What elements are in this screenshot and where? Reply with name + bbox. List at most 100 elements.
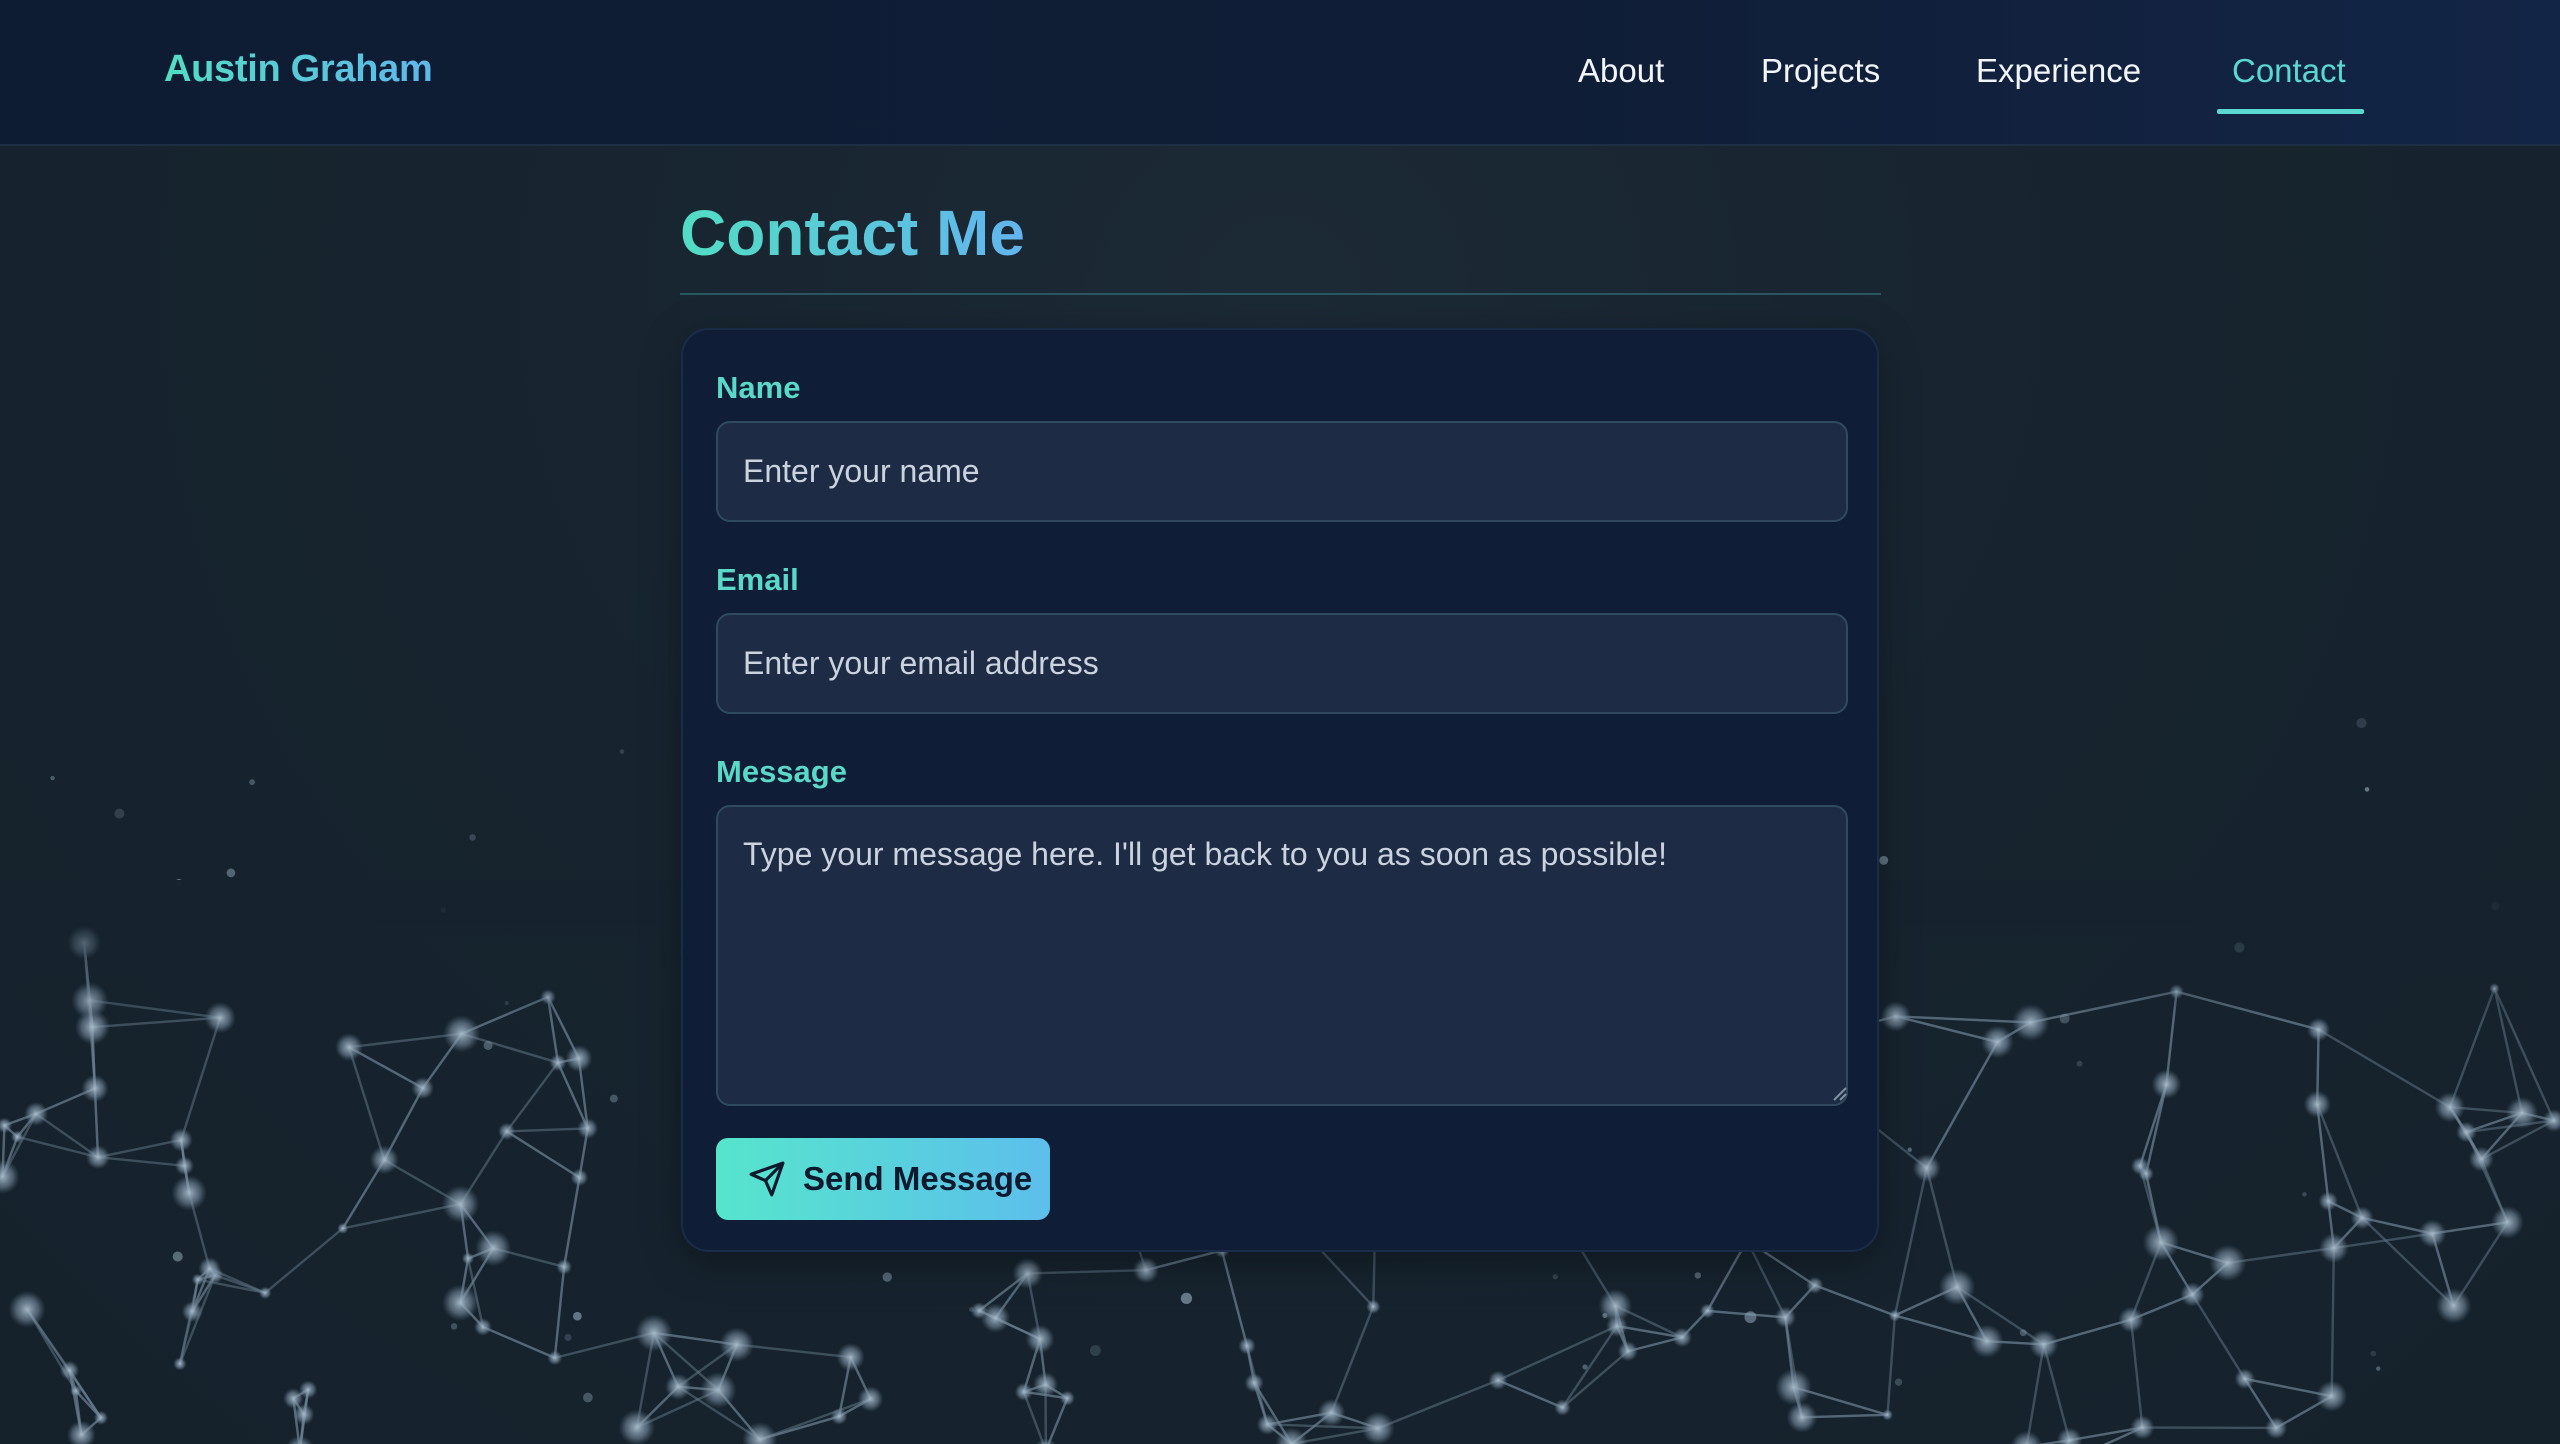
network-link <box>482 1325 556 1359</box>
network-particle <box>450 1323 458 1330</box>
name-input[interactable] <box>716 421 1848 522</box>
message-field-wrapper <box>683 805 1881 1106</box>
nav-link-contact[interactable]: Contact <box>2232 52 2346 90</box>
network-particle <box>969 1306 974 1312</box>
network-particle <box>483 1040 493 1050</box>
network-node <box>549 1054 567 1072</box>
network-node <box>1132 1257 1160 1284</box>
network-node <box>1912 1153 1941 1182</box>
network-particle <box>1552 1274 1558 1280</box>
network-link <box>1925 1041 1999 1169</box>
page: Austin Graham About Projects Experience … <box>0 0 2560 1444</box>
title-divider <box>680 293 1881 295</box>
network-node <box>2505 1096 2539 1129</box>
network-node <box>1554 1399 1571 1416</box>
network-node <box>2056 1427 2083 1444</box>
network-node <box>2029 1329 2059 1360</box>
network-particle <box>1694 1272 1702 1279</box>
network-link <box>1814 1284 1896 1317</box>
network-node <box>0 1159 20 1194</box>
network-link <box>97 1138 182 1159</box>
network-node <box>2209 1244 2247 1282</box>
network-node <box>474 1318 492 1336</box>
network-node <box>498 1122 516 1141</box>
network-node <box>1025 1324 1055 1354</box>
brand-logo-link[interactable]: Austin Graham <box>164 48 433 91</box>
network-node <box>411 1076 435 1100</box>
send-message-button[interactable]: Send Message <box>716 1138 1050 1220</box>
network-node <box>1244 1373 1264 1393</box>
network-particle <box>2356 717 2367 729</box>
network-node <box>1970 1324 2004 1358</box>
network-node <box>830 1407 848 1425</box>
network-node <box>173 1357 187 1371</box>
network-node <box>1672 1327 1692 1348</box>
network-node <box>700 1371 737 1409</box>
network-node <box>2491 1205 2524 1239</box>
page-title: Contact Me <box>680 197 1025 269</box>
nav-link-about[interactable]: About <box>1578 52 1664 90</box>
network-link <box>180 1017 222 1141</box>
network-link <box>759 1397 871 1441</box>
network-link <box>1497 1379 1563 1409</box>
network-particle <box>1089 1345 1101 1356</box>
network-node <box>1617 1341 1639 1362</box>
network-node <box>1699 1303 1715 1319</box>
message-textarea[interactable] <box>716 805 1848 1106</box>
network-node <box>2234 1368 2256 1390</box>
network-particle <box>172 1251 183 1262</box>
network-node <box>1317 1398 1346 1427</box>
network-particle <box>582 1392 593 1403</box>
top-navbar: Austin Graham About Projects Experience … <box>0 0 2560 146</box>
network-node <box>1938 1268 1976 1306</box>
nav-link-experience[interactable]: Experience <box>1976 52 2141 90</box>
email-input[interactable] <box>716 613 1848 714</box>
network-particle <box>882 1272 892 1282</box>
active-nav-indicator <box>2217 109 2364 114</box>
network-node <box>441 1185 480 1223</box>
network-node <box>577 1117 599 1139</box>
network-node <box>2350 1206 2374 1230</box>
network-node <box>1059 1390 1075 1406</box>
network-link <box>17 1135 99 1159</box>
network-node <box>1032 1372 1059 1398</box>
nav-link-projects[interactable]: Projects <box>1761 52 1880 90</box>
network-particle <box>2302 1192 2307 1197</box>
network-particle <box>2076 1060 2083 1067</box>
network-node <box>1012 1257 1044 1289</box>
network-node <box>81 1074 109 1103</box>
network-node <box>1488 1370 1508 1390</box>
network-node <box>1881 1409 1894 1421</box>
network-particle <box>1602 1313 1608 1319</box>
network-particle <box>573 1311 582 1321</box>
network-link <box>1925 1167 1959 1288</box>
network-node <box>174 1156 195 1176</box>
network-node <box>1606 1315 1628 1337</box>
network-node <box>24 1101 49 1126</box>
network-node <box>10 1130 24 1144</box>
network-particle <box>469 834 476 841</box>
network-node <box>1366 1299 1381 1314</box>
network-particle <box>609 1094 618 1103</box>
network-link <box>506 1130 581 1179</box>
network-node <box>570 1168 589 1187</box>
network-node <box>283 1388 304 1409</box>
network-particle <box>1180 1292 1193 1305</box>
network-particle <box>564 1333 572 1341</box>
network-link <box>264 1227 344 1294</box>
network-node <box>442 1284 479 1322</box>
network-node <box>2138 1165 2154 1182</box>
network-node <box>1774 1306 1797 1329</box>
network-node <box>2318 1233 2349 1263</box>
network-node <box>2542 1109 2560 1133</box>
network-node <box>475 1230 512 1267</box>
resize-handle-icon[interactable] <box>1830 1084 1848 1102</box>
network-particle <box>1582 1364 1588 1370</box>
network-node <box>836 1342 865 1372</box>
network-node <box>2455 1121 2477 1143</box>
network-node <box>2318 1191 2339 1212</box>
network-link <box>505 1061 559 1133</box>
network-node <box>2435 1288 2472 1324</box>
network-node <box>198 1257 221 1280</box>
network-node <box>2118 1306 2145 1333</box>
